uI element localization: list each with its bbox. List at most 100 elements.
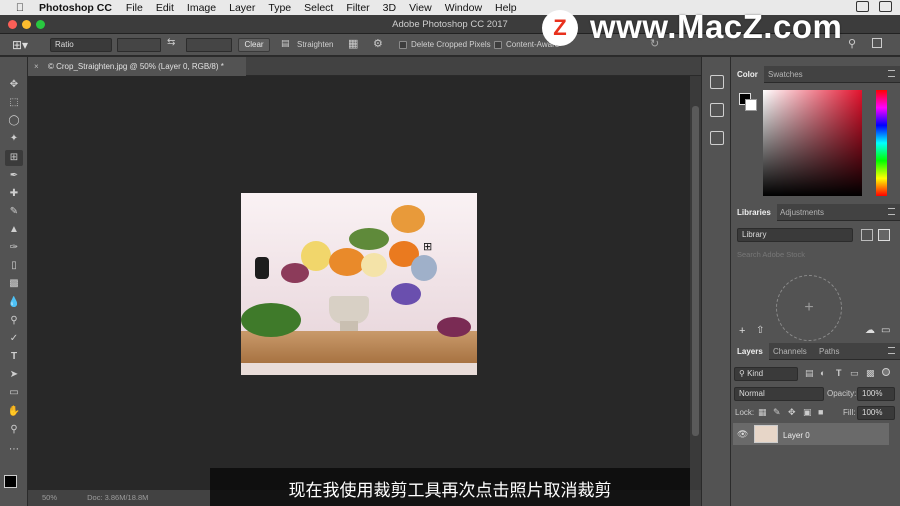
delete-cropped-checkbox[interactable]: [399, 41, 407, 49]
filter-toggle-icon[interactable]: [882, 368, 890, 376]
rectangle-tool-icon[interactable]: ▭: [5, 385, 23, 401]
stock-search-input[interactable]: Search Adobe Stock: [737, 250, 894, 262]
panel-menu-icon[interactable]: [888, 70, 895, 77]
eraser-tool-icon[interactable]: ▯: [5, 258, 23, 274]
content-aware-checkbox[interactable]: [494, 41, 502, 49]
scrollbar-thumb[interactable]: [692, 106, 699, 436]
dodge-tool-icon[interactable]: ⚲: [5, 313, 23, 329]
menu-layer[interactable]: Layer: [229, 2, 255, 14]
menu-edit[interactable]: Edit: [156, 2, 174, 14]
gradient-tool-icon[interactable]: ▩: [5, 276, 23, 292]
menu-type[interactable]: Type: [268, 2, 291, 14]
history-brush-tool-icon[interactable]: ✑: [5, 240, 23, 256]
library-select[interactable]: Library: [737, 228, 853, 242]
ratio-select[interactable]: Ratio: [50, 38, 112, 52]
menu-view[interactable]: View: [409, 2, 432, 14]
vertical-scrollbar[interactable]: [690, 76, 701, 490]
color-background-swatch[interactable]: [745, 99, 757, 111]
zoom-tool-icon[interactable]: ⚲: [5, 422, 23, 438]
menu-window[interactable]: Window: [445, 2, 482, 14]
panel-menu-icon[interactable]: [888, 347, 895, 354]
menu-file[interactable]: File: [126, 2, 143, 14]
quick-select-tool-icon[interactable]: ✦: [5, 131, 23, 147]
adjustments-panel-icon[interactable]: [710, 131, 724, 145]
document-tab[interactable]: × © Crop_Straighten.jpg @ 50% (Layer 0, …: [28, 57, 246, 76]
photo-flower: [361, 253, 387, 277]
document-image[interactable]: [241, 193, 477, 375]
filter-smart-icon[interactable]: ▩: [866, 368, 875, 379]
filter-type-icon[interactable]: T: [836, 368, 842, 378]
gear-icon[interactable]: ⚙: [373, 37, 383, 50]
swap-icon[interactable]: ⇆: [167, 37, 175, 48]
menu-filter[interactable]: Filter: [346, 2, 369, 14]
hand-tool-icon[interactable]: ✋: [5, 404, 23, 420]
move-tool-icon[interactable]: ✥: [5, 77, 23, 93]
panel-menu-icon[interactable]: [888, 208, 895, 215]
brush-tool-icon[interactable]: ✎: [5, 204, 23, 220]
display-icon[interactable]: [856, 1, 869, 12]
properties-panel-icon[interactable]: [710, 103, 724, 117]
foreground-color-swatch[interactable]: [4, 475, 17, 488]
fill-field[interactable]: 100%: [857, 406, 895, 420]
width-field[interactable]: [117, 38, 161, 52]
color-picker-field[interactable]: [763, 90, 862, 196]
tab-swatches[interactable]: Swatches: [762, 66, 809, 83]
delete-icon[interactable]: ▭: [881, 325, 890, 336]
lock-pixels-icon[interactable]: ✎: [773, 407, 781, 418]
layer-filter-select[interactable]: ⚲ Kind: [734, 367, 798, 381]
path-select-tool-icon[interactable]: ➤: [5, 367, 23, 383]
airplay-icon[interactable]: [879, 1, 892, 12]
eyedropper-tool-icon[interactable]: ✒: [5, 168, 23, 184]
straighten-button[interactable]: Straighten: [297, 40, 333, 49]
tab-layers[interactable]: Layers: [731, 343, 769, 360]
lock-all-icon[interactable]: ■: [818, 407, 823, 417]
menu-help[interactable]: Help: [495, 2, 517, 14]
status-zoom[interactable]: 50%: [42, 493, 57, 502]
close-icon[interactable]: ×: [34, 57, 39, 76]
height-field[interactable]: [186, 38, 232, 52]
more-tools-icon[interactable]: ⋯: [5, 442, 23, 458]
pen-tool-icon[interactable]: ✓: [5, 331, 23, 347]
tab-adjustments[interactable]: Adjustments: [774, 204, 830, 221]
lock-position-icon[interactable]: ✥: [788, 407, 796, 418]
crop-tool-icon[interactable]: ⊞: [5, 150, 23, 166]
tab-channels[interactable]: Channels: [767, 343, 813, 360]
lasso-tool-icon[interactable]: ◯: [5, 113, 23, 129]
apple-icon[interactable]: : [13, 2, 27, 14]
lock-artboard-icon[interactable]: ▣: [803, 407, 812, 418]
opacity-field[interactable]: 100%: [857, 387, 895, 401]
hue-slider[interactable]: [876, 90, 887, 196]
grid-view-icon[interactable]: [861, 229, 873, 241]
library-add-area[interactable]: +: [776, 275, 842, 341]
clone-stamp-tool-icon[interactable]: ▲: [5, 222, 23, 238]
filter-adjustment-icon[interactable]: ◐: [820, 368, 825, 378]
history-panel-icon[interactable]: [710, 75, 724, 89]
tab-paths[interactable]: Paths: [813, 343, 845, 360]
tab-color[interactable]: Color: [731, 66, 764, 83]
add-icon[interactable]: +: [739, 325, 745, 337]
filter-shape-icon[interactable]: ▭: [850, 368, 859, 379]
app-menu[interactable]: Photoshop CC: [39, 2, 112, 14]
healing-brush-tool-icon[interactable]: ✚: [5, 186, 23, 202]
workspace-icon[interactable]: [872, 38, 882, 48]
filter-pixel-icon[interactable]: ▤: [805, 368, 814, 379]
eye-icon[interactable]: 👁: [737, 429, 748, 440]
menu-image[interactable]: Image: [187, 2, 216, 14]
upload-icon[interactable]: ⇧: [756, 325, 764, 336]
blur-tool-icon[interactable]: 💧: [5, 295, 23, 311]
crop-tool-preset-icon[interactable]: ⊞▾: [12, 38, 34, 52]
marquee-tool-icon[interactable]: ⬚: [5, 95, 23, 111]
list-view-icon[interactable]: [878, 229, 890, 241]
overlay-grid-icon[interactable]: ▦: [348, 37, 358, 50]
layer-name[interactable]: Layer 0: [783, 431, 810, 440]
menu-select[interactable]: Select: [304, 2, 333, 14]
type-tool-icon[interactable]: T: [5, 349, 23, 365]
blend-mode-select[interactable]: Normal: [734, 387, 824, 401]
menu-3d[interactable]: 3D: [383, 2, 396, 14]
clear-button[interactable]: Clear: [238, 38, 270, 52]
search-icon[interactable]: ⚲: [848, 37, 856, 50]
straighten-icon[interactable]: ▤: [281, 38, 290, 49]
lock-transparent-icon[interactable]: ▦: [758, 407, 767, 418]
tab-libraries[interactable]: Libraries: [731, 204, 777, 221]
cloud-icon[interactable]: ☁: [865, 325, 875, 336]
